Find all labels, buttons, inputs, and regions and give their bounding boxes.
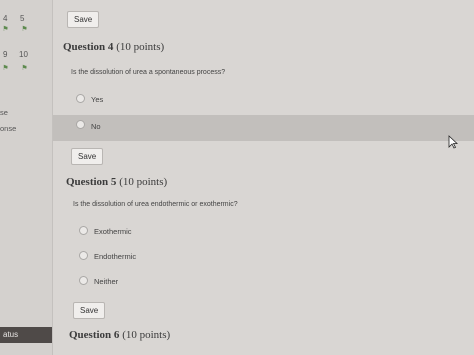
question-5-text: Is the dissolution of urea endothermic o… bbox=[73, 201, 238, 208]
question-title: Question 5 bbox=[66, 176, 117, 188]
question-number-9[interactable]: 9 bbox=[3, 50, 7, 59]
question-points: (10 points) bbox=[119, 176, 168, 188]
flag-icon[interactable]: ⚑ bbox=[1, 26, 10, 34]
option-label-endothermic: Endothermic bbox=[94, 252, 137, 261]
radio-button-neither[interactable] bbox=[79, 276, 88, 285]
radio-button-no[interactable] bbox=[76, 120, 85, 129]
flag-icon[interactable]: ⚑ bbox=[1, 65, 10, 73]
question-title: Question 4 bbox=[63, 41, 114, 53]
question-4-title: Question 4 (10 points) bbox=[63, 41, 164, 53]
quiz-content: Save Question 4 (10 points) Is the disso… bbox=[53, 0, 474, 355]
question-number-4[interactable]: 4 bbox=[3, 14, 7, 23]
question-5-title: Question 5 (10 points) bbox=[66, 176, 167, 188]
status-button[interactable]: atus bbox=[0, 327, 52, 343]
sidebar-label: se bbox=[0, 108, 8, 117]
radio-button-exothermic[interactable] bbox=[79, 226, 88, 235]
question-title: Question 6 bbox=[69, 329, 120, 341]
option-label-no: No bbox=[91, 122, 101, 131]
flag-icon[interactable]: ⚑ bbox=[20, 65, 29, 73]
radio-button-endothermic[interactable] bbox=[79, 251, 88, 260]
question-number-10[interactable]: 10 bbox=[19, 50, 28, 59]
option-label-exothermic: Exothermic bbox=[94, 227, 132, 236]
save-button[interactable]: Save bbox=[67, 11, 100, 28]
flag-icon[interactable]: ⚑ bbox=[20, 26, 29, 34]
option-label-yes: Yes bbox=[91, 95, 104, 104]
save-button[interactable]: Save bbox=[71, 148, 104, 165]
sidebar-label: onse bbox=[0, 124, 17, 133]
save-button[interactable]: Save bbox=[73, 302, 106, 319]
option-label-neither: Neither bbox=[94, 277, 119, 286]
highlighted-option-row[interactable] bbox=[53, 115, 474, 141]
question-4-text: Is the dissolution of urea a spontaneous… bbox=[71, 69, 226, 76]
question-navigator: 4 5 ⚑ ⚑ 9 10 ⚑ ⚑ se onse atus bbox=[0, 0, 53, 355]
mouse-pointer-icon bbox=[448, 135, 458, 149]
question-6-title: Question 6 (10 points) bbox=[69, 329, 170, 341]
question-number-5[interactable]: 5 bbox=[20, 14, 24, 23]
question-points: (10 points) bbox=[116, 41, 165, 53]
radio-button-yes[interactable] bbox=[76, 94, 85, 103]
question-points: (10 points) bbox=[122, 329, 171, 341]
